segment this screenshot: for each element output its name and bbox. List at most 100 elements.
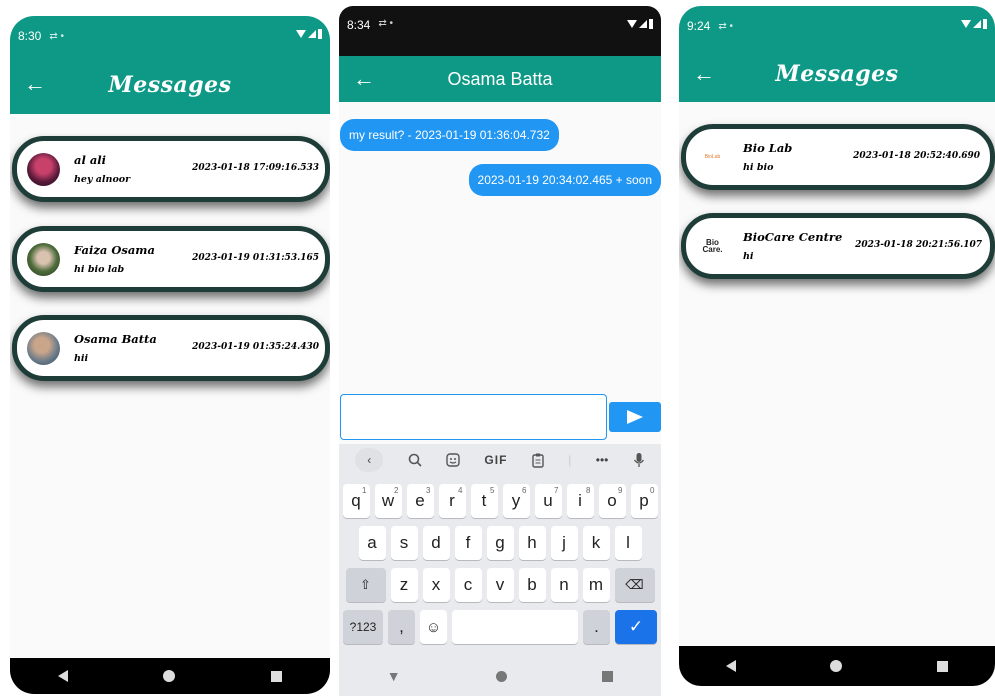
- keyboard-row-2: a s d f g h j k l: [339, 526, 661, 560]
- nav-back-icon[interactable]: [57, 670, 68, 682]
- nav-recents-icon[interactable]: [602, 670, 614, 682]
- avatar: [27, 152, 60, 186]
- sent-message-bubble: 2023-01-19 20:34:02.465 + soon: [468, 164, 661, 196]
- avatar: [27, 242, 60, 276]
- conversation-card[interactable]: al ali hey alnoor 2023-01-18 17:09:16.533: [12, 136, 330, 202]
- symbols-key[interactable]: ?123: [343, 610, 383, 644]
- phone-screen-chat: 8:34 ⇄ • ← Osama Batta my result? - 2023…: [339, 6, 661, 696]
- status-bar: 9:24 ⇄ •: [679, 6, 995, 46]
- last-message: hi bio: [743, 162, 774, 173]
- biolab-logo: BioLab: [704, 154, 721, 160]
- biocare-logo: Bio Care.: [702, 237, 723, 254]
- notification-dots: ⇄ •: [718, 20, 734, 32]
- search-icon[interactable]: [408, 453, 422, 467]
- key-w[interactable]: 2w: [374, 484, 402, 518]
- key-i[interactable]: 8i: [566, 484, 594, 518]
- key-h[interactable]: h: [518, 526, 546, 560]
- shift-key[interactable]: ⇧: [345, 568, 386, 602]
- comma-key[interactable]: ,: [388, 610, 415, 644]
- message-timestamp: 2023-01-18 17:09:16.533: [192, 163, 319, 173]
- key-q[interactable]: 1q: [342, 484, 370, 518]
- key-c[interactable]: c: [454, 568, 482, 602]
- key-y[interactable]: 6y: [502, 484, 530, 518]
- message-timestamp: 2023-01-19 01:31:53.165: [192, 253, 319, 263]
- key-n[interactable]: n: [550, 568, 578, 602]
- period-key[interactable]: .: [583, 610, 610, 644]
- app-bar: ← Messages: [679, 46, 995, 102]
- compose-row: [339, 394, 661, 442]
- key-f[interactable]: f: [454, 526, 482, 560]
- more-options-icon[interactable]: •••: [596, 453, 609, 467]
- nav-home-icon[interactable]: [830, 660, 843, 672]
- app-bar: ← Osama Batta: [339, 56, 661, 102]
- contact-name: Bio Lab: [743, 141, 793, 155]
- notification-dots: ⇄ •: [49, 30, 65, 42]
- contact-name: Osama Batta: [74, 332, 157, 346]
- key-e[interactable]: 3e: [406, 484, 434, 518]
- keyboard-row-1: 1q 2w 3e 4r 5t 6y 7u 8i 9o 0p: [339, 484, 661, 518]
- key-r[interactable]: 4r: [438, 484, 466, 518]
- gif-button[interactable]: GIF: [484, 453, 507, 467]
- back-arrow-icon[interactable]: ←: [353, 68, 375, 90]
- conversation-card[interactable]: Osama Batta hii 2023-01-19 01:35:24.430: [12, 315, 330, 381]
- key-j[interactable]: j: [550, 526, 578, 560]
- space-key[interactable]: [452, 610, 578, 644]
- message-timestamp: 2023-01-19 01:35:24.430: [192, 342, 319, 352]
- back-arrow-icon[interactable]: ←: [24, 73, 46, 95]
- status-icons: [961, 18, 987, 30]
- received-message-bubble: my result? - 2023-01-19 01:36:04.732: [340, 119, 559, 151]
- key-s[interactable]: s: [390, 526, 418, 560]
- key-b[interactable]: b: [518, 568, 546, 602]
- key-k[interactable]: k: [582, 526, 610, 560]
- back-arrow-icon[interactable]: ←: [693, 63, 715, 85]
- conversation-card[interactable]: BioLab Bio Lab hi bio 2023-01-18 20:52:40…: [681, 124, 995, 190]
- key-x[interactable]: x: [422, 568, 450, 602]
- key-p[interactable]: 0p: [630, 484, 658, 518]
- key-d[interactable]: d: [422, 526, 450, 560]
- nav-hide-keyboard-icon[interactable]: ▼: [387, 668, 401, 684]
- collapse-toolbar-icon[interactable]: ‹: [355, 448, 384, 472]
- wifi-signal-battery-icon: [627, 19, 653, 29]
- mic-icon[interactable]: [633, 452, 645, 468]
- key-m[interactable]: m: [582, 568, 610, 602]
- avatar: [27, 331, 60, 365]
- message-input[interactable]: [340, 394, 607, 440]
- nav-recents-icon[interactable]: [271, 670, 283, 682]
- key-z[interactable]: z: [390, 568, 418, 602]
- wifi-signal-battery-icon: [296, 29, 322, 39]
- nav-back-icon[interactable]: [726, 660, 737, 672]
- keyboard-row-3: ⇧ z x c v b n m ⌫: [339, 568, 661, 602]
- emoji-sticker-icon[interactable]: [446, 453, 460, 467]
- key-l[interactable]: l: [614, 526, 642, 560]
- key-o[interactable]: 9o: [598, 484, 626, 518]
- conversation-card[interactable]: Faiza Osama hi bio lab 2023-01-19 01:31:5…: [12, 226, 330, 292]
- chat-title: Osama Batta: [447, 68, 553, 89]
- nav-home-icon[interactable]: [163, 670, 176, 682]
- contact-name: al ali: [74, 153, 107, 167]
- page-title: Messages: [108, 72, 232, 98]
- key-u[interactable]: 7u: [534, 484, 562, 518]
- page-title: Messages: [775, 61, 899, 87]
- key-g[interactable]: g: [486, 526, 514, 560]
- key-a[interactable]: a: [358, 526, 386, 560]
- system-nav-bar: [10, 658, 330, 694]
- message-timestamp: 2023-01-18 20:52:40.690: [853, 151, 980, 161]
- message-timestamp: 2023-01-18 20:21:56.107: [855, 240, 982, 250]
- avatar: Bio Care.: [696, 229, 729, 263]
- contact-name: Faiza Osama: [74, 243, 155, 257]
- clipboard-icon[interactable]: [532, 453, 544, 468]
- system-nav-bar: [679, 646, 995, 686]
- status-bar: 8:30 ⇄ •: [10, 16, 330, 56]
- backspace-key[interactable]: ⌫: [614, 568, 655, 602]
- emoji-key[interactable]: ☺: [420, 610, 447, 644]
- phone-screen-messages-1: 8:30 ⇄ • ← Messages al ali hey alnoor 202…: [10, 16, 330, 694]
- nav-recents-icon[interactable]: [936, 660, 948, 672]
- nav-home-icon[interactable]: [495, 670, 507, 682]
- send-button[interactable]: [609, 402, 661, 432]
- key-t[interactable]: 5t: [470, 484, 498, 518]
- status-time: 9:24: [687, 19, 711, 33]
- send-icon: [627, 410, 643, 424]
- enter-key[interactable]: ✓: [615, 610, 657, 644]
- conversation-card[interactable]: Bio Care. BioCare Centre hi 2023-01-18 20…: [681, 213, 995, 279]
- key-v[interactable]: v: [486, 568, 514, 602]
